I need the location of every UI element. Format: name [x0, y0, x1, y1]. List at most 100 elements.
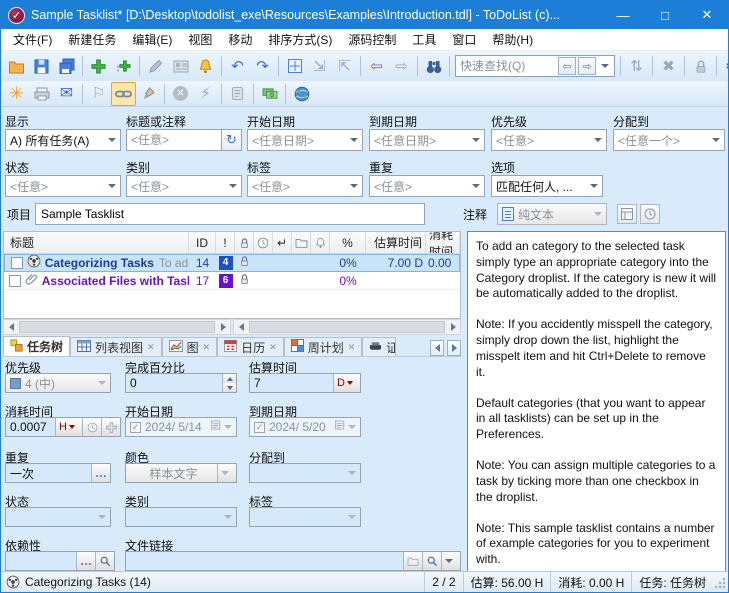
task-checkbox[interactable]	[9, 275, 21, 287]
filter-startdate-combo[interactable]: <任意日期>	[247, 129, 363, 151]
scroll-left-icon[interactable]	[9, 323, 14, 331]
due-date-field[interactable]: ✓2024/ 5/20	[249, 417, 361, 437]
menu-tools[interactable]: 工具	[404, 29, 444, 50]
new-subtask-button[interactable]	[111, 54, 136, 78]
preferences-button[interactable]: ⚙	[720, 54, 729, 78]
tab-task-tree[interactable]: 任务树	[3, 336, 70, 356]
filter-category-combo[interactable]: <任意>	[126, 175, 242, 197]
tab-calendar[interactable]: 日历✕	[217, 337, 284, 356]
scroll-right-icon[interactable]	[451, 323, 456, 331]
cleanup-button[interactable]	[136, 82, 161, 106]
menu-view[interactable]: 视图	[180, 29, 220, 50]
tab-close-icon[interactable]: ✕	[147, 342, 155, 353]
find-prev-button[interactable]: ⇦	[558, 57, 576, 75]
menu-help[interactable]: 帮助(H)	[484, 29, 541, 50]
script-button[interactable]	[225, 82, 250, 106]
title-columns-scrollbar[interactable]	[3, 319, 231, 335]
column-priority-icon[interactable]: !	[216, 232, 235, 253]
spin-down-icon[interactable]	[227, 386, 233, 390]
recurrence-edit-button[interactable]: …	[91, 464, 110, 482]
start-date-checkbox[interactable]: ✓	[130, 422, 141, 433]
prev-task-button[interactable]: ⇦	[364, 54, 389, 78]
next-task-button[interactable]: ⇨	[389, 54, 414, 78]
file-link-field[interactable]	[125, 551, 461, 571]
filter-tag-combo[interactable]: <任意>	[247, 175, 363, 197]
task-row[interactable]: Associated Files with Tasks 17 6 0%	[4, 272, 460, 290]
time-spent-field[interactable]: 0.0007H	[5, 417, 121, 437]
scroll-left-icon[interactable]	[239, 323, 244, 331]
color-dropdown-button[interactable]	[217, 464, 236, 482]
menu-new-task[interactable]: 新建任务	[60, 29, 124, 50]
status-combo[interactable]	[5, 507, 111, 527]
redo-button[interactable]: ↷	[250, 54, 275, 78]
column-id[interactable]: ID	[189, 232, 216, 253]
maximize-button[interactable]: □	[644, 1, 686, 29]
filter-show-combo[interactable]: A) 所有任务(A)	[5, 129, 121, 151]
tab-close-icon[interactable]: ✕	[348, 342, 356, 353]
tab-chart[interactable]: 图✕	[162, 337, 218, 356]
spin-up-icon[interactable]	[227, 377, 233, 381]
add-time-button[interactable]	[101, 418, 120, 436]
new-tasklist-button[interactable]: ✳	[4, 82, 29, 106]
edit-task-button[interactable]	[143, 54, 168, 78]
file-browse-button[interactable]	[403, 552, 422, 570]
find-tasks-button[interactable]	[421, 54, 446, 78]
calendar-dropdown-icon[interactable]	[335, 420, 346, 434]
donate-button[interactable]	[257, 82, 282, 106]
comments-layout-button[interactable]	[617, 204, 637, 224]
start-date-field[interactable]: ✓2024/ 5/14	[125, 417, 237, 437]
find-next-button[interactable]: ⇨	[578, 57, 596, 75]
time-spent-unit-button[interactable]: H	[55, 418, 82, 436]
recurrence-field[interactable]: 一次…	[5, 463, 111, 483]
cancel-button[interactable]: ✕	[168, 82, 193, 106]
lock-button[interactable]	[688, 54, 713, 78]
new-task-button[interactable]	[86, 54, 111, 78]
tabs-scroll-left-button[interactable]	[430, 340, 444, 356]
tag-combo[interactable]	[249, 507, 361, 527]
dependency-field[interactable]: …	[5, 551, 115, 571]
minimize-button[interactable]: —	[602, 1, 644, 29]
flag-button[interactable]: ⚐	[86, 82, 111, 106]
filter-recurrence-combo[interactable]: <任意>	[369, 175, 485, 197]
refresh-button[interactable]: ↻	[221, 130, 241, 150]
column-time-icon[interactable]	[254, 232, 273, 253]
percent-done-field[interactable]: 0	[125, 373, 237, 393]
task-row[interactable]: Categorizing Tasks To ad... 14 4 0% 7.00…	[4, 254, 460, 272]
web-button[interactable]	[289, 82, 314, 106]
quick-find-dropdown-icon[interactable]	[601, 64, 609, 68]
sort-button[interactable]: ⇅	[624, 54, 649, 78]
tab-truncated[interactable]: 证	[362, 337, 396, 356]
menu-file[interactable]: 文件(F)	[5, 29, 60, 50]
file-link-dropdown-button[interactable]	[441, 552, 460, 570]
undo-button[interactable]: ↶	[225, 54, 250, 78]
close-button[interactable]: ✕	[686, 1, 728, 29]
scrollbar-thumb[interactable]	[19, 321, 215, 333]
color-combo[interactable]: 样本文字	[125, 463, 237, 483]
priority-combo[interactable]: 4 (中)	[5, 373, 111, 393]
menu-edit[interactable]: 编辑(E)	[124, 29, 180, 50]
save-button[interactable]	[29, 54, 54, 78]
column-recurrence-icon[interactable]: ↵	[273, 232, 292, 253]
filter-status-combo[interactable]: <任意>	[5, 175, 121, 197]
tab-week-planner[interactable]: 周计划✕	[284, 337, 363, 356]
column-reminder-icon[interactable]	[311, 232, 330, 253]
column-filelink-icon[interactable]	[292, 232, 311, 253]
task-checkbox[interactable]	[11, 257, 23, 269]
resize-grip[interactable]	[713, 576, 726, 589]
comments-panel[interactable]: To add an category to the selected task …	[467, 231, 726, 572]
scroll-right-icon[interactable]	[221, 323, 226, 331]
filter-priority-combo[interactable]: <任意>	[491, 129, 607, 151]
menu-source-control[interactable]: 源码控制	[340, 29, 404, 50]
comments-format-combo[interactable]: 纯文本	[497, 203, 607, 225]
column-spent[interactable]: 消耗时间	[426, 232, 460, 253]
filter-title-input[interactable]	[127, 133, 221, 147]
tab-close-icon[interactable]: ✕	[269, 342, 277, 353]
tab-list-view[interactable]: 列表视图✕	[70, 337, 162, 356]
column-lock-icon[interactable]	[235, 232, 254, 253]
email-button[interactable]: ✉	[54, 82, 79, 106]
maximize-tasklist-button[interactable]	[282, 54, 307, 78]
quick-find-input[interactable]	[460, 59, 556, 73]
spinner[interactable]	[222, 374, 236, 392]
scrollbar-thumb[interactable]	[249, 321, 445, 333]
filter-duedate-combo[interactable]: <任意日期>	[369, 129, 485, 151]
